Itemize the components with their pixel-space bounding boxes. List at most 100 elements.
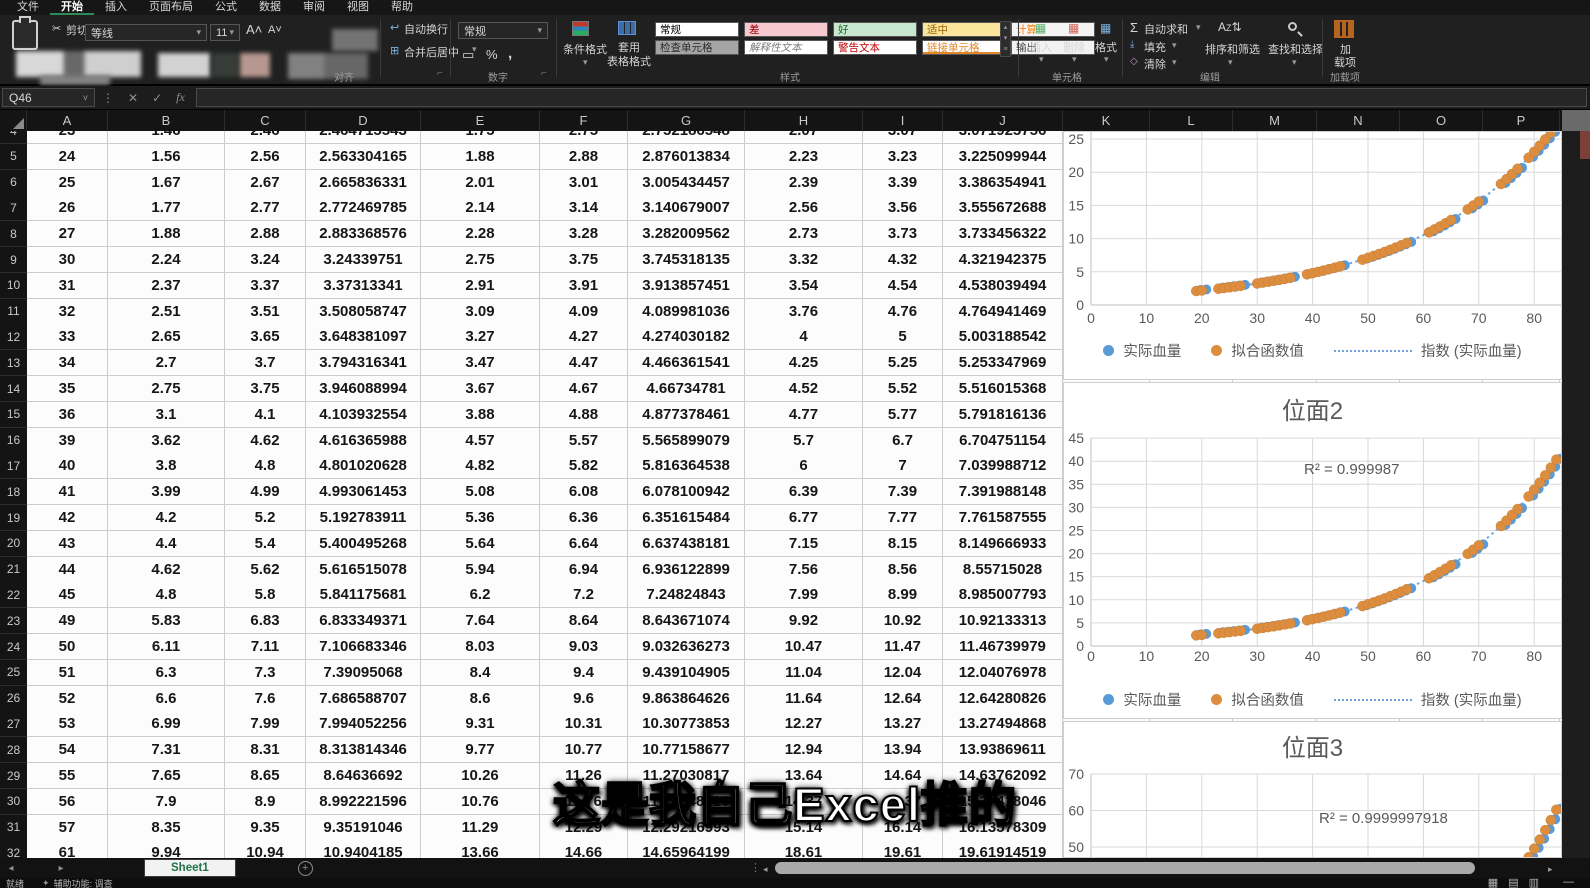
- cell-J28[interactable]: 13.93869611: [943, 737, 1063, 764]
- cell-E14[interactable]: 3.67: [421, 376, 540, 402]
- cell-E16[interactable]: 4.57: [421, 427, 540, 454]
- cell-J8[interactable]: 3.733456322: [943, 221, 1063, 248]
- cell-style-检查单元格[interactable]: 检查单元格: [655, 40, 739, 55]
- cell-J21[interactable]: 8.55715028: [943, 556, 1063, 583]
- cell-H10[interactable]: 3.54: [745, 272, 863, 299]
- row-header-7[interactable]: 7: [0, 195, 27, 222]
- cell-J27[interactable]: 13.27494868: [943, 711, 1063, 738]
- scroll-right-icon[interactable]: ▸: [1548, 864, 1553, 875]
- row-header-16[interactable]: 16: [0, 427, 27, 454]
- accounting-format-icon[interactable]: ▭: [462, 47, 474, 63]
- row-header-5[interactable]: 5: [0, 143, 27, 170]
- cell-B6[interactable]: 1.67: [108, 169, 225, 196]
- ribbon-tab-插入[interactable]: 插入: [94, 0, 138, 15]
- cell-G10[interactable]: 3.913857451: [628, 272, 745, 299]
- cell-H25[interactable]: 11.04: [745, 659, 863, 686]
- cell-H22[interactable]: 7.99: [745, 582, 863, 609]
- cell-A10[interactable]: 31: [27, 272, 108, 299]
- cell-E20[interactable]: 5.64: [421, 530, 540, 557]
- gallery-scrollbar[interactable]: ▴ ▾ ≡: [1000, 21, 1011, 57]
- row-header-4[interactable]: 4: [0, 131, 27, 144]
- row-header-30[interactable]: 30: [0, 788, 27, 815]
- font-name-select[interactable]: 等线 ▾: [85, 24, 207, 41]
- cell-F27[interactable]: 10.31: [540, 711, 628, 738]
- cell-F25[interactable]: 9.4: [540, 659, 628, 686]
- cell-D28[interactable]: 8.313814346: [306, 737, 421, 764]
- ribbon-tab-数据[interactable]: 数据: [248, 0, 292, 15]
- cell-G31[interactable]: 12.29216993: [628, 814, 745, 841]
- cell-style-解释性文本[interactable]: 解释性文本: [744, 40, 828, 55]
- cell-J22[interactable]: 8.985007793: [943, 582, 1063, 609]
- cell-I11[interactable]: 4.76: [863, 298, 943, 325]
- cell-H8[interactable]: 2.73: [745, 221, 863, 248]
- cell-D32[interactable]: 10.9404185: [306, 840, 421, 858]
- cell-C30[interactable]: 8.9: [225, 788, 306, 815]
- column-header-K[interactable]: K: [1063, 110, 1150, 131]
- cell-B19[interactable]: 4.2: [108, 505, 225, 531]
- cell-E21[interactable]: 5.94: [421, 556, 540, 583]
- cell-J20[interactable]: 8.149666933: [943, 530, 1063, 557]
- cell-G20[interactable]: 6.637438181: [628, 530, 745, 557]
- scrollbar-splitter[interactable]: ⋮: [750, 861, 761, 874]
- cell-H29[interactable]: 13.64: [745, 763, 863, 789]
- cell-J7[interactable]: 3.555672688: [943, 195, 1063, 222]
- cell-F29[interactable]: 11.26: [540, 763, 628, 789]
- cell-A19[interactable]: 42: [27, 505, 108, 531]
- cell-B5[interactable]: 1.56: [108, 143, 225, 170]
- cell-G8[interactable]: 3.282009562: [628, 221, 745, 248]
- cell-A23[interactable]: 49: [27, 608, 108, 635]
- name-box[interactable]: Q46 ˅: [2, 88, 95, 107]
- cell-A28[interactable]: 54: [27, 737, 108, 764]
- column-header-N[interactable]: N: [1317, 110, 1400, 131]
- cell-I30[interactable]: 15.37: [863, 788, 943, 815]
- cell-G9[interactable]: 3.745318135: [628, 247, 745, 273]
- cell-B28[interactable]: 7.31: [108, 737, 225, 764]
- cell-J31[interactable]: 16.13578309: [943, 814, 1063, 841]
- cell-E29[interactable]: 10.26: [421, 763, 540, 789]
- cell-I32[interactable]: 19.61: [863, 840, 943, 858]
- sheet-tab-active[interactable]: Sheet1: [144, 859, 236, 877]
- cell-D21[interactable]: 5.616515078: [306, 556, 421, 583]
- cell-D31[interactable]: 9.35191046: [306, 814, 421, 841]
- cell-I31[interactable]: 16.14: [863, 814, 943, 841]
- chart-位面3[interactable]: 50 60 70 位面3 R² = 0.9999997918: [1063, 721, 1562, 858]
- cell-H30[interactable]: 14.37: [745, 788, 863, 815]
- cell-F13[interactable]: 4.47: [540, 350, 628, 377]
- cell-B10[interactable]: 2.37: [108, 272, 225, 299]
- cell-B4[interactable]: 1.46: [108, 131, 225, 144]
- cell-H11[interactable]: 3.76: [745, 298, 863, 325]
- column-header-q-partial[interactable]: [1562, 110, 1590, 131]
- cell-C5[interactable]: 2.56: [225, 143, 306, 170]
- cell-J26[interactable]: 12.64280826: [943, 685, 1063, 712]
- column-header-E[interactable]: E: [421, 110, 540, 131]
- cell-J4[interactable]: 3.071925756: [943, 131, 1063, 144]
- cell-B7[interactable]: 1.77: [108, 195, 225, 222]
- cell-A26[interactable]: 52: [27, 685, 108, 712]
- cell-E4[interactable]: 1.75: [421, 131, 540, 144]
- row-header-18[interactable]: 18: [0, 479, 27, 506]
- cell-D10[interactable]: 3.37313341: [306, 272, 421, 299]
- cell-G23[interactable]: 8.643671074: [628, 608, 745, 635]
- cell-J6[interactable]: 3.386354941: [943, 169, 1063, 196]
- cell-E7[interactable]: 2.14: [421, 195, 540, 222]
- cell-H15[interactable]: 4.77: [745, 401, 863, 428]
- cell-G28[interactable]: 10.77158677: [628, 737, 745, 764]
- cell-I25[interactable]: 12.04: [863, 659, 943, 686]
- cell-D27[interactable]: 7.994052256: [306, 711, 421, 738]
- cell-H27[interactable]: 12.27: [745, 711, 863, 738]
- cell-G27[interactable]: 10.30773853: [628, 711, 745, 738]
- cell-H26[interactable]: 11.64: [745, 685, 863, 712]
- column-header-J[interactable]: J: [943, 110, 1063, 131]
- cell-D18[interactable]: 4.993061453: [306, 479, 421, 506]
- cell-G18[interactable]: 6.078100942: [628, 479, 745, 506]
- cell-D13[interactable]: 3.794316341: [306, 350, 421, 377]
- cell-E18[interactable]: 5.08: [421, 479, 540, 506]
- clear-button[interactable]: 清除: [1144, 56, 1166, 72]
- shrink-font-icon[interactable]: A˅: [268, 24, 282, 36]
- column-header-H[interactable]: H: [745, 110, 863, 131]
- cell-A27[interactable]: 53: [27, 711, 108, 738]
- cell-J25[interactable]: 12.04076978: [943, 659, 1063, 686]
- new-sheet-icon[interactable]: +: [297, 860, 313, 876]
- cell-I19[interactable]: 7.77: [863, 505, 943, 531]
- cell-style-警告文本[interactable]: 警告文本: [833, 40, 917, 55]
